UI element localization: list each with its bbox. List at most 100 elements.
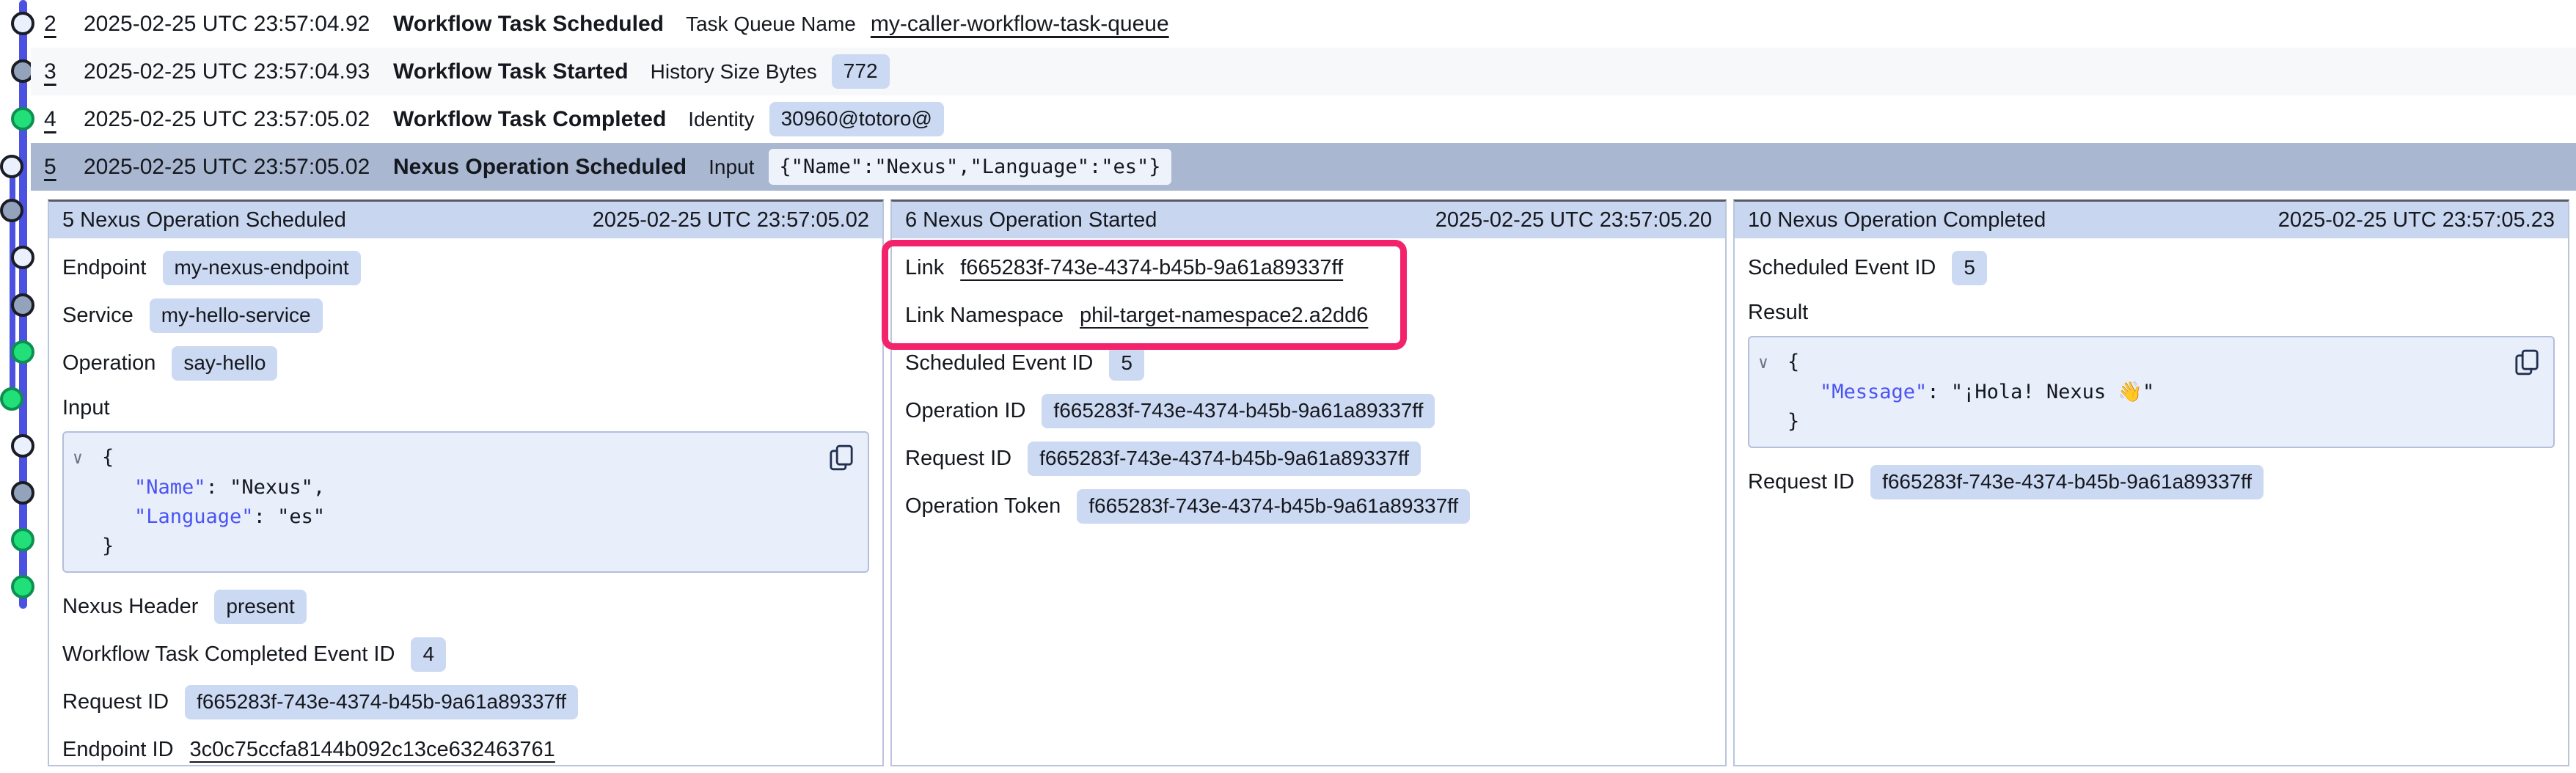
timeline-dot xyxy=(11,246,34,269)
card-timestamp: 2025-02-25 UTC 23:57:05.23 xyxy=(2278,208,2555,232)
timeline-dot xyxy=(11,528,34,552)
event-timestamp: 2025-02-25 UTC 23:57:04.93 xyxy=(84,59,393,84)
field-label: Input xyxy=(62,396,110,420)
field-endpoint: Endpoint my-nexus-endpoint xyxy=(62,244,869,292)
field-label: Endpoint xyxy=(62,256,147,280)
field-nexus-header: Nexus Header present xyxy=(62,583,869,631)
field-operation-id: Operation ID f665283f-743e-4374-b45b-9a6… xyxy=(905,387,1712,435)
card-header: 10 Nexus Operation Completed 2025-02-25 … xyxy=(1735,202,2568,238)
event-name: Workflow Task Scheduled xyxy=(393,12,664,37)
card-title: 10 Nexus Operation Completed xyxy=(1748,208,2046,232)
json-key: "Language" xyxy=(102,505,254,528)
card-body: Endpoint my-nexus-endpoint Service my-he… xyxy=(49,238,882,773)
field-value-badge: present xyxy=(214,590,306,624)
event-timestamp: 2025-02-25 UTC 23:57:05.02 xyxy=(84,155,393,180)
field-label: Operation Token xyxy=(905,494,1061,519)
collapse-chevron-icon[interactable]: ∨ xyxy=(1758,348,1788,378)
field-input-label: Input xyxy=(62,387,869,428)
event-id-link[interactable]: 4 xyxy=(31,107,84,132)
field-scheduled-event-id: Scheduled Event ID 5 xyxy=(905,340,1712,387)
field-value-badge: f665283f-743e-4374-b45b-9a61a89337ff xyxy=(1028,442,1421,476)
task-queue-link[interactable]: my-caller-workflow-task-queue xyxy=(871,12,1169,37)
json-line: ∨{ xyxy=(73,443,853,473)
json-brace: } xyxy=(1788,410,1799,433)
field-value-badge: say-hello xyxy=(172,346,277,381)
event-row-4[interactable]: 4 2025-02-25 UTC 23:57:05.02 Workflow Ta… xyxy=(31,95,2576,143)
json-line: "Language": "es" xyxy=(73,502,853,532)
collapse-chevron-icon[interactable]: ∨ xyxy=(73,444,102,473)
event-id-link[interactable]: 3 xyxy=(31,59,84,84)
result-json-viewer: ∨{ "Message": "¡Hola! Nexus 👋" } xyxy=(1748,336,2555,448)
card-title: 5 Nexus Operation Scheduled xyxy=(62,208,346,232)
link-value-link[interactable]: f665283f-743e-4374-b45b-9a61a89337ff xyxy=(960,256,1343,280)
event-name: Workflow Task Completed xyxy=(393,107,666,132)
field-label: Request ID xyxy=(62,690,169,714)
card-nexus-operation-scheduled: 5 Nexus Operation Scheduled 2025-02-25 U… xyxy=(48,199,884,766)
card-nexus-operation-started: 6 Nexus Operation Started 2025-02-25 UTC… xyxy=(890,199,1727,766)
field-label: Result xyxy=(1748,301,1808,325)
field-label: Endpoint ID xyxy=(62,738,174,762)
annotated-region: Link f665283f-743e-4374-b45b-9a61a89337f… xyxy=(905,244,1712,340)
event-id-link[interactable]: 2 xyxy=(31,12,84,37)
field-value-badge: f665283f-743e-4374-b45b-9a61a89337ff xyxy=(1077,489,1470,524)
timeline-dot xyxy=(11,340,34,364)
field-scheduled-event-id: Scheduled Event ID 5 xyxy=(1748,244,2555,292)
copy-icon[interactable] xyxy=(2512,348,2542,377)
field-label: Workflow Task Completed Event ID xyxy=(62,642,395,667)
event-history-rows: 2 2025-02-25 UTC 23:57:04.92 Workflow Ta… xyxy=(31,0,2576,191)
field-result-label: Result xyxy=(1748,292,2555,333)
link-namespace-link[interactable]: phil-target-namespace2.a2dd6 xyxy=(1080,304,1368,328)
card-body: Link f665283f-743e-4374-b45b-9a61a89337f… xyxy=(892,238,1725,765)
event-timestamp: 2025-02-25 UTC 23:57:04.92 xyxy=(84,12,393,37)
event-detail-label: Identity xyxy=(688,108,754,131)
field-value-badge: f665283f-743e-4374-b45b-9a61a89337ff xyxy=(1042,394,1435,428)
timeline-dot xyxy=(11,293,34,317)
field-value-badge: f665283f-743e-4374-b45b-9a61a89337ff xyxy=(185,685,578,719)
event-detail-label: Input xyxy=(709,155,754,179)
timeline-dot xyxy=(11,481,34,505)
event-timestamp: 2025-02-25 UTC 23:57:05.02 xyxy=(84,107,393,132)
event-detail-label: History Size Bytes xyxy=(651,60,817,84)
json-brace: { xyxy=(102,446,114,469)
card-timestamp: 2025-02-25 UTC 23:57:05.02 xyxy=(593,208,869,232)
card-header: 5 Nexus Operation Scheduled 2025-02-25 U… xyxy=(49,202,882,238)
event-row-5-selected[interactable]: 5 2025-02-25 UTC 23:57:05.02 Nexus Opera… xyxy=(31,143,2576,191)
json-key: "Name" xyxy=(102,476,206,499)
timeline-dot-event-5 xyxy=(0,155,23,178)
field-value-badge: my-hello-service xyxy=(150,298,323,333)
json-line: } xyxy=(73,532,853,561)
field-request-id: Request ID f665283f-743e-4374-b45b-9a61a… xyxy=(62,678,869,726)
input-json-viewer: ∨{ "Name": "Nexus", "Language": "es" } xyxy=(62,431,869,573)
field-value-badge: f665283f-743e-4374-b45b-9a61a89337ff xyxy=(1870,465,2264,499)
field-link: Link f665283f-743e-4374-b45b-9a61a89337f… xyxy=(905,244,1712,292)
field-label: Scheduled Event ID xyxy=(905,351,1093,375)
json-brace: } xyxy=(102,535,114,557)
field-label: Link xyxy=(905,256,944,280)
field-value-badge: my-nexus-endpoint xyxy=(163,251,361,285)
event-name: Nexus Operation Scheduled xyxy=(393,155,687,180)
event-detail-label: Task Queue Name xyxy=(686,12,856,36)
field-label: Scheduled Event ID xyxy=(1748,256,1936,280)
field-endpoint-id: Endpoint ID 3c0c75ccfa8144b092c13ce63246… xyxy=(62,726,869,773)
field-label: Nexus Header xyxy=(62,595,198,619)
json-line: ∨{ xyxy=(1758,348,2539,378)
field-operation: Operation say-hello xyxy=(62,340,869,387)
endpoint-id-link[interactable]: 3c0c75ccfa8144b092c13ce632463761 xyxy=(190,738,555,762)
json-key: "Message" xyxy=(1788,381,1927,403)
event-input-json-badge: {"Name":"Nexus","Language":"es"} xyxy=(769,149,1171,185)
timeline-dot xyxy=(0,387,23,411)
field-label: Service xyxy=(62,304,133,328)
event-row-2[interactable]: 2 2025-02-25 UTC 23:57:04.92 Workflow Ta… xyxy=(31,0,2576,48)
json-value: "Nexus", xyxy=(230,476,325,499)
field-link-namespace: Link Namespace phil-target-namespace2.a2… xyxy=(905,292,1712,340)
field-label: Request ID xyxy=(905,447,1011,471)
event-id-link[interactable]: 5 xyxy=(31,155,84,180)
field-request-id: Request ID f665283f-743e-4374-b45b-9a61a… xyxy=(1748,458,2555,506)
event-detail-value-badge: 30960@totoro@ xyxy=(769,102,944,136)
field-service: Service my-hello-service xyxy=(62,292,869,340)
copy-icon[interactable] xyxy=(827,443,856,472)
event-row-3[interactable]: 3 2025-02-25 UTC 23:57:04.93 Workflow Ta… xyxy=(31,48,2576,95)
field-workflow-task-completed-event-id: Workflow Task Completed Event ID 4 xyxy=(62,631,869,678)
card-nexus-operation-completed: 10 Nexus Operation Completed 2025-02-25 … xyxy=(1733,199,2569,766)
card-body: Scheduled Event ID 5 Result ∨{ "Message"… xyxy=(1735,238,2568,765)
